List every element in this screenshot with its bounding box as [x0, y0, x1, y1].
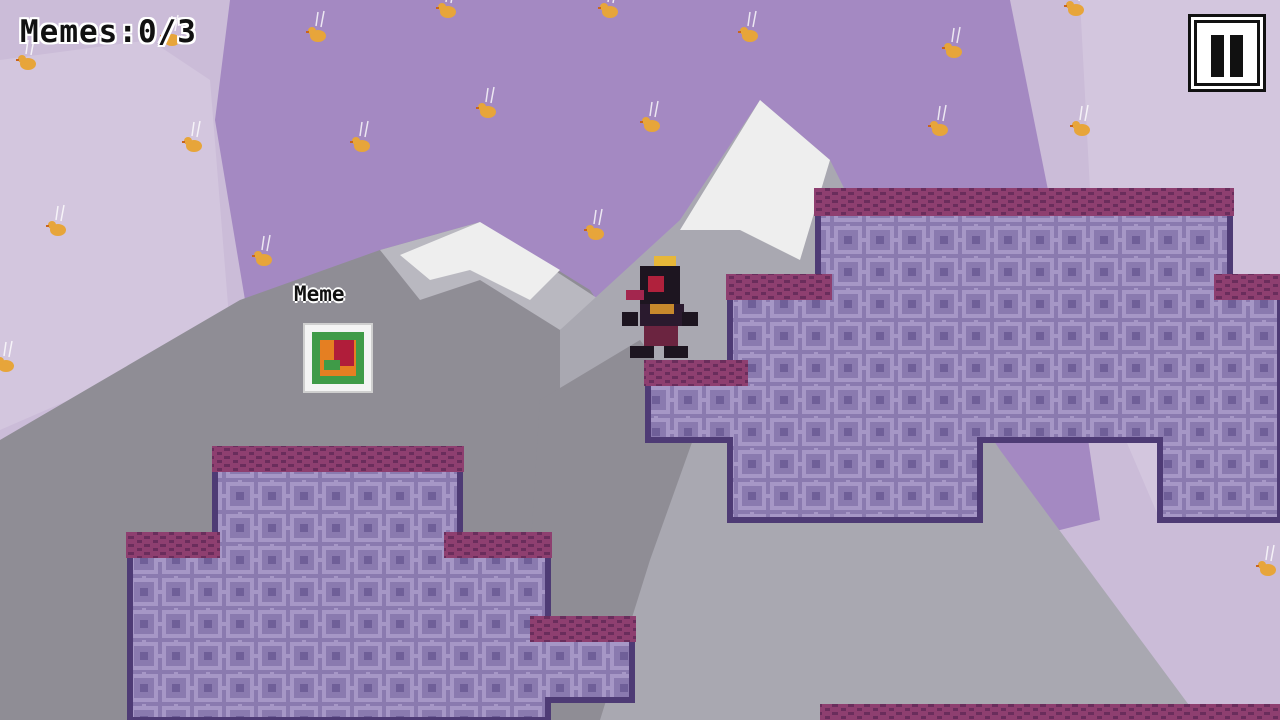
platform-bottom-edge: [820, 704, 1280, 720]
pause-icon: [1211, 35, 1224, 77]
pause-icon-bar: [1230, 35, 1243, 77]
meme-frame-icon: [303, 323, 373, 393]
game-scene: [0, 0, 1280, 720]
pause-button[interactable]: [1188, 14, 1266, 92]
memes-counter-value: 0/3: [137, 14, 197, 50]
memes-counter: Memes:0/3: [20, 14, 197, 50]
memes-counter-label: Memes:: [20, 14, 138, 50]
meme-pickup-label: Meme: [294, 282, 345, 306]
game-viewport[interactable]: Memes:0/3 Meme: [0, 0, 1280, 720]
